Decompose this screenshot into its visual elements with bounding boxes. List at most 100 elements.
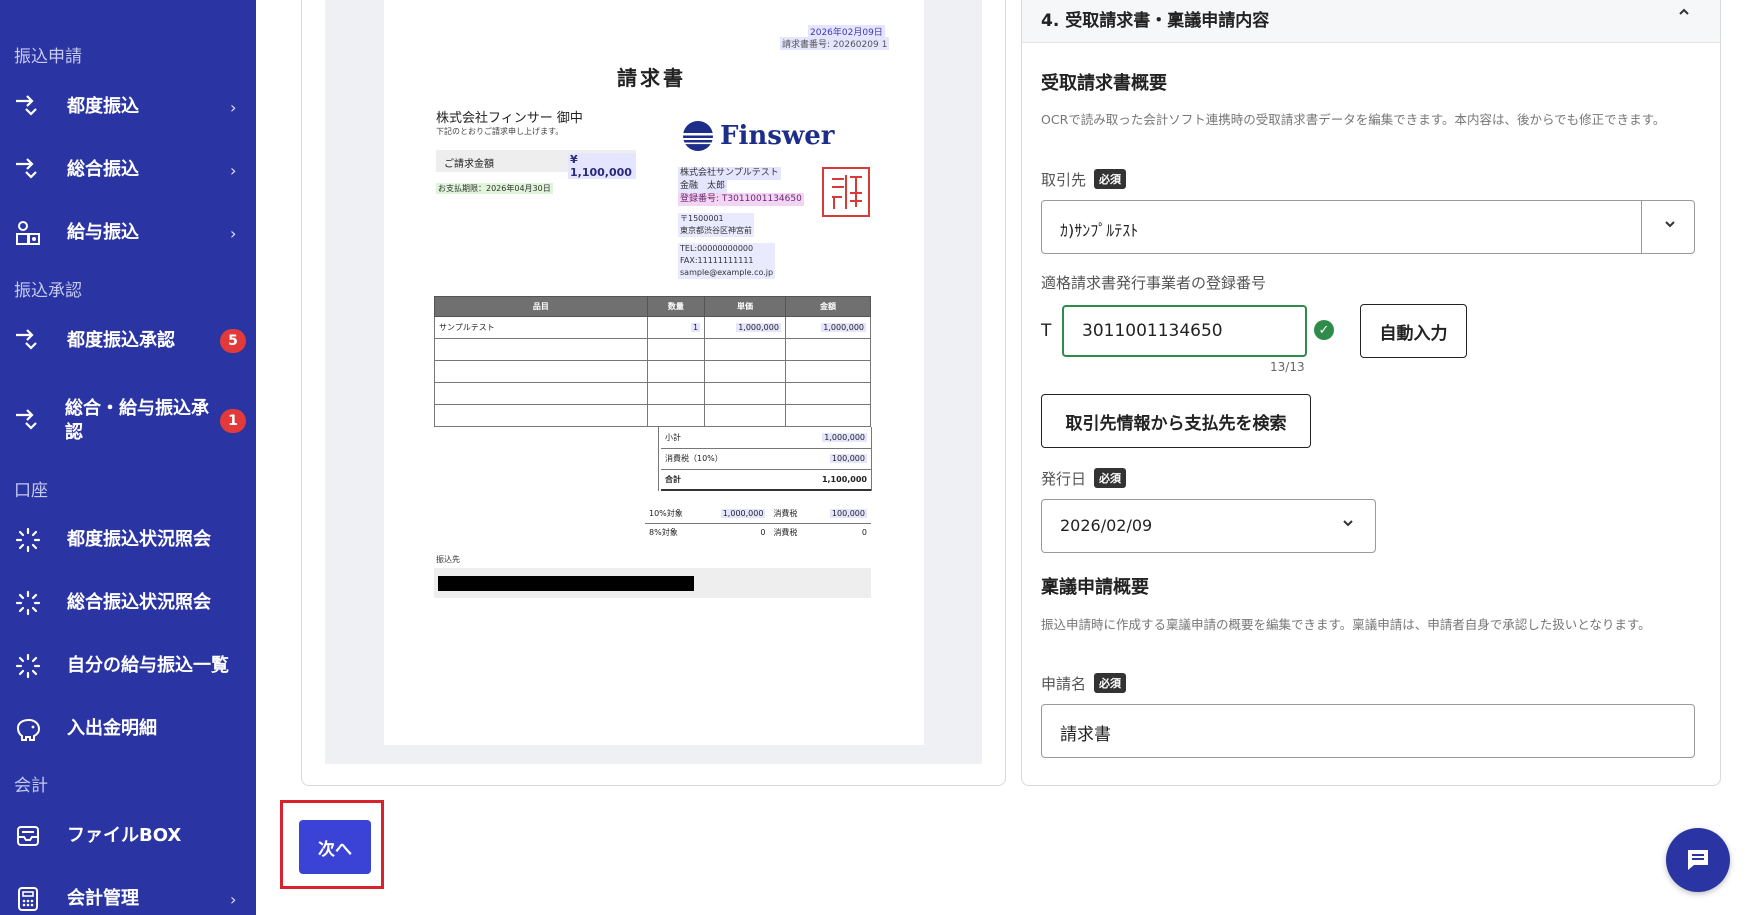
- sidebar-item-label: 都度振込: [67, 96, 139, 117]
- calculator-icon: [14, 885, 42, 913]
- sidebar-item-label: 総合・給与振込承認: [65, 398, 209, 443]
- sidebar-section-accounting: 会計: [14, 776, 48, 796]
- check-circle-icon: ✓: [1314, 320, 1334, 340]
- partner-value: ｶ)ｻﾝﾌﾟﾙﾃｽﾄ: [1060, 221, 1139, 240]
- company-seal: [822, 167, 870, 217]
- issue-date-select[interactable]: 2026/02/09: [1041, 499, 1376, 553]
- sidebar-section-account: 口座: [14, 481, 48, 501]
- issuer-tel: TEL:00000000000: [680, 244, 754, 253]
- issuer-contact: TEL:00000000000 FAX:11111111111 sample@e…: [678, 243, 776, 279]
- application-name-label-text: 申請名: [1041, 675, 1087, 693]
- sidebar-item-label: 給与振込: [67, 222, 139, 243]
- invoice-recipient: 株式会社フィンサー 御中: [436, 111, 583, 126]
- tax-amount: 0: [861, 527, 867, 537]
- sidebar-section-transfer-request: 振込申請: [14, 47, 82, 67]
- table-row: [434, 338, 872, 361]
- loading-spinner-icon: [14, 652, 42, 680]
- sidebar-item-label: 入出金明細: [67, 718, 157, 739]
- issuer-info: 株式会社サンプルテスト 金融 太郎 登録番号: T3011001134650: [678, 167, 804, 206]
- notification-badge: 5: [220, 329, 246, 353]
- arrow-transfer-icon: [14, 156, 42, 184]
- bank-label: 振込先: [436, 555, 460, 564]
- invoice-summary-description: OCRで読み取った会計ソフト連携時の受取請求書データを編集できます。本内容は、後…: [1041, 112, 1666, 127]
- issuer-fax: FAX:11111111111: [680, 256, 754, 265]
- tax-rate-label: 10%対象: [645, 505, 701, 524]
- partner-select[interactable]: ｶ)ｻﾝﾌﾟﾙﾃｽﾄ: [1041, 200, 1695, 254]
- row-amount: 1,000,000: [821, 323, 866, 332]
- notification-badge: 1: [220, 409, 246, 433]
- sidebar-section-transfer-approval: 振込承認: [14, 281, 82, 301]
- redacted-bank-details: [438, 576, 694, 591]
- sidebar-item-bulk-payroll-approval[interactable]: 総合・給与振込承認 1: [0, 391, 256, 451]
- chevron-up-icon[interactable]: [1677, 4, 1691, 23]
- registration-label: 適格請求書発行事業者の登録番号: [1041, 274, 1267, 292]
- sidebar-item-one-time-transfer[interactable]: 都度振込 ›: [0, 82, 256, 132]
- application-name-input[interactable]: 請求書: [1041, 704, 1695, 758]
- subtotal-label: 小計: [661, 427, 778, 449]
- arrow-transfer-icon: [14, 327, 42, 355]
- invoice-title: 請求書: [617, 66, 686, 90]
- auto-fill-button[interactable]: 自動入力: [1360, 304, 1467, 358]
- row-unit: 1,000,000: [736, 323, 781, 332]
- piggy-bank-icon: [14, 715, 42, 743]
- issue-date-value: 2026/02/09: [1060, 516, 1153, 535]
- chevron-right-icon: ›: [230, 223, 237, 243]
- tax-base: 0: [760, 527, 766, 537]
- invoice-number: 請求書番号: 20260209 1: [780, 37, 890, 50]
- search-payee-button[interactable]: 取引先情報から支払先を検索: [1041, 394, 1311, 448]
- issue-date-label-text: 発行日: [1041, 470, 1087, 488]
- issue-date-label: 発行日 必須: [1041, 468, 1127, 489]
- invoice-amount-box: ご請求金額 ¥ 1,100,000: [436, 150, 636, 179]
- tax-type: 消費税: [769, 505, 812, 524]
- required-badge: 必須: [1094, 468, 1127, 488]
- tax-type: 消費税: [773, 527, 798, 537]
- issuer-email: sample@example.co.jp: [680, 268, 774, 277]
- invoice-amount-value: ¥ 1,100,000: [568, 153, 636, 179]
- registration-prefix: T: [1041, 321, 1052, 341]
- invoice-totals-table: 小計 1,000,000 消費税（10%） 100,000 合計 1,100,0…: [661, 427, 871, 491]
- loading-spinner-icon: [14, 526, 42, 554]
- sidebar-item-bulk-status[interactable]: 総合振込状況照会: [0, 578, 256, 628]
- tax-breakdown-table: 10%対象 1,000,000 消費税 100,000 8%対象 0 消費税 0: [645, 505, 871, 541]
- chat-icon: [1688, 850, 1708, 870]
- inbox-icon: [14, 822, 42, 850]
- sidebar-item-my-payroll-list[interactable]: 自分の給与振込一覧: [0, 641, 256, 691]
- chevron-down-icon[interactable]: [1341, 516, 1355, 534]
- registration-number-value: 3011001134650: [1082, 321, 1223, 341]
- table-row: サンプルテスト 1 1,000,000 1,000,000: [434, 316, 872, 339]
- tax-value: 100,000: [829, 454, 867, 463]
- application-name-label: 申請名 必須: [1041, 673, 1127, 694]
- sidebar-item-label: ファイルBOX: [67, 825, 182, 846]
- issuer-address: 〒1500001 東京都渋谷区神宮前: [678, 213, 754, 237]
- arrow-transfer-icon: [14, 93, 42, 121]
- subtotal-value: 1,000,000: [822, 432, 867, 442]
- total-value: 1,100,000: [777, 469, 871, 491]
- sidebar-item-label: 都度振込状況照会: [67, 529, 211, 550]
- tax-label: 消費税（10%）: [661, 448, 778, 470]
- sidebar-item-statements[interactable]: 入出金明細: [0, 704, 256, 754]
- sidebar-item-label: 会計管理: [67, 888, 139, 909]
- chevron-right-icon: ›: [230, 97, 237, 117]
- table-row: [434, 404, 872, 427]
- table-header-qty: 数量: [646, 296, 706, 317]
- invoice-recipient-note: 下記のとおりご請求申し上げます。: [436, 127, 564, 136]
- sidebar-item-file-box[interactable]: ファイルBOX: [0, 811, 256, 861]
- sidebar-item-one-time-status[interactable]: 都度振込状況照会: [0, 515, 256, 565]
- bank-info: [434, 568, 871, 598]
- table-header-amount: 金額: [784, 296, 872, 317]
- partner-label-text: 取引先: [1041, 171, 1087, 189]
- tax-rate-label: 8%対象: [649, 527, 678, 537]
- sidebar-item-payroll-transfer[interactable]: 給与振込 ›: [0, 208, 256, 258]
- registration-number-input[interactable]: 3011001134650: [1062, 305, 1307, 357]
- sidebar: 振込申請 都度振込 › 総合振込 › 給与振込 › 振込承認 都度振込承認 5 …: [0, 0, 256, 915]
- sidebar-item-accounting-management[interactable]: 会計管理 ›: [0, 874, 256, 915]
- sidebar-item-one-time-approval[interactable]: 都度振込承認 5: [0, 316, 256, 366]
- chat-button[interactable]: [1666, 828, 1730, 892]
- approval-summary-description: 振込申請時に作成する稟議申請の概要を編集できます。稟議申請は、申請者自身で承認し…: [1041, 617, 1651, 632]
- approval-summary-heading: 稟議申請概要: [1041, 577, 1149, 598]
- invoice-items-table: 品目 数量 単価 金額 サンプルテスト 1 1,000,000 1,000,00…: [434, 296, 872, 427]
- issuer-postal: 〒1500001: [680, 214, 724, 223]
- next-button[interactable]: 次へ: [299, 820, 371, 874]
- sidebar-item-bulk-transfer[interactable]: 総合振込 ›: [0, 145, 256, 195]
- chevron-down-icon[interactable]: [1663, 217, 1677, 235]
